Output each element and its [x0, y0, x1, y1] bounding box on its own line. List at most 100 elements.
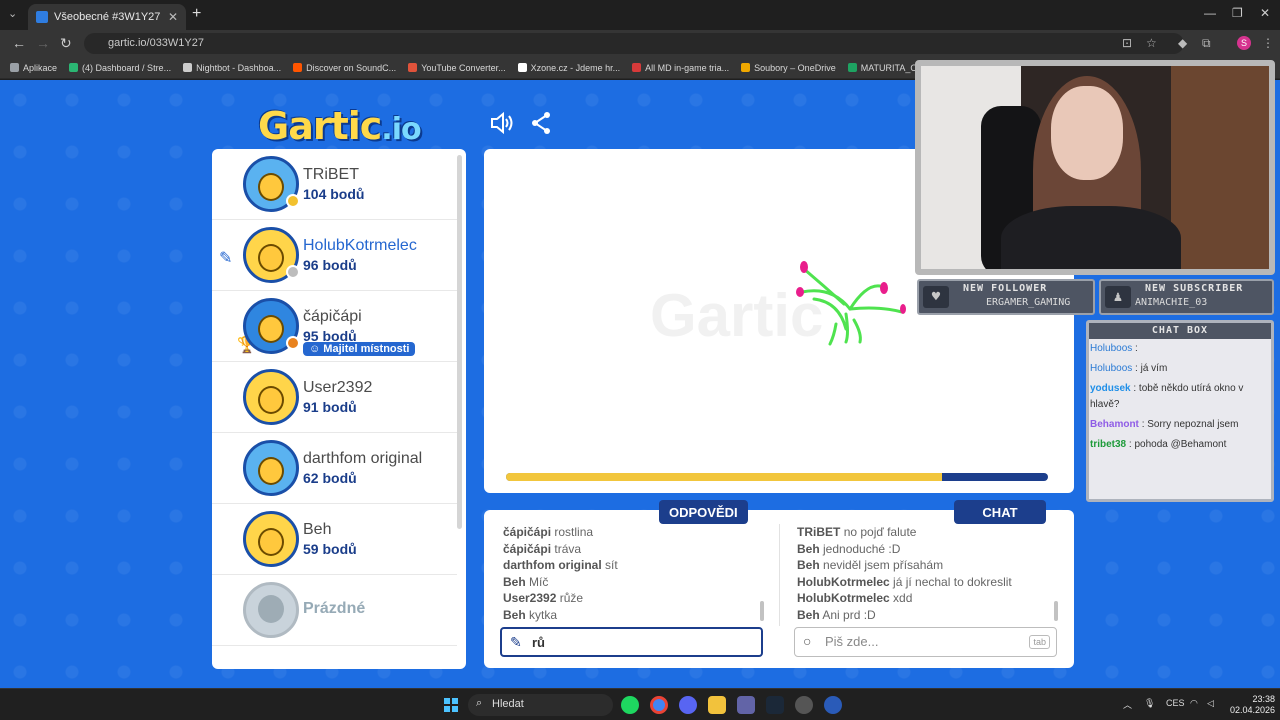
- bookmark-label: YouTube Converter...: [421, 62, 506, 73]
- chrome-icon[interactable]: [650, 696, 668, 714]
- player-name: Prázdné: [303, 600, 366, 617]
- bookmark-label: All MD in-game tria...: [645, 62, 730, 73]
- chat-input[interactable]: ○ Piš zde... tab: [794, 627, 1057, 657]
- maximize-icon[interactable]: ❐: [1232, 6, 1243, 20]
- install-app-icon[interactable]: ⊡: [1122, 36, 1132, 50]
- bookmark-item[interactable]: YouTube Converter...: [408, 62, 506, 73]
- volume-icon[interactable]: ◁: [1207, 698, 1214, 709]
- chat-box-title: CHAT BOX: [1089, 323, 1271, 339]
- browser-tab[interactable]: Všeobecné #3W1Y27 (Čeština) ✕: [28, 4, 186, 30]
- heart-icon: ♥: [923, 286, 949, 308]
- spotify-icon[interactable]: [621, 696, 639, 714]
- bookmark-star-icon[interactable]: ☆: [1146, 36, 1157, 50]
- player-score: 96 bodů: [303, 257, 357, 273]
- search-icon: ⌕: [476, 697, 483, 709]
- player-row[interactable]: TRiBET 104 bodů: [212, 149, 457, 220]
- teams-icon[interactable]: [737, 696, 755, 714]
- bookmark-favicon-icon: [741, 63, 751, 72]
- new-tab-icon[interactable]: +: [192, 5, 201, 23]
- discord-icon[interactable]: [679, 696, 697, 714]
- close-tab-icon[interactable]: ✕: [168, 10, 178, 24]
- player-row[interactable]: Beh 59 bodů: [212, 504, 457, 575]
- drawing-pencil-icon: ✎: [219, 250, 233, 267]
- player-row[interactable]: 🏆 čápičápi 95 bodů ☺ Majitel místnosti: [212, 291, 457, 362]
- new-subscriber-alert: ♟ NEW SUBSCRIBER ANIMACHIE_03: [1099, 279, 1274, 315]
- tab-list-chevron-icon[interactable]: ⌄: [8, 7, 17, 20]
- app-icon[interactable]: [824, 696, 842, 714]
- microphone-icon[interactable]: 🎙: [1144, 698, 1155, 709]
- player-row[interactable]: User2392 91 bodů: [212, 362, 457, 433]
- extension-icon[interactable]: ◆: [1178, 36, 1187, 50]
- tab-title: Všeobecné #3W1Y27 (Čeština): [54, 11, 162, 23]
- chat-input-placeholder: Piš zde...: [825, 634, 879, 649]
- player-score: 62 bodů: [303, 470, 357, 486]
- message-line: darthfom original sít: [503, 558, 618, 572]
- profile-avatar[interactable]: S: [1237, 36, 1251, 50]
- forward-icon[interactable]: →: [36, 35, 50, 51]
- share-icon[interactable]: [528, 110, 554, 136]
- stream-chat-message: Holuboos :: [1090, 343, 1138, 354]
- player-avatar: [243, 440, 299, 496]
- answer-input-value: rů: [532, 635, 545, 650]
- message-line: čápičápi tráva: [503, 541, 582, 556]
- stream-chat-box: CHAT BOX Holuboos : Holuboos : já vím yodu…: [1086, 320, 1274, 502]
- chat-tab[interactable]: CHAT: [954, 500, 1046, 524]
- message-line: Beh neviděl jsem přísahám: [797, 558, 944, 572]
- chat-scrollbar[interactable]: [1054, 601, 1058, 621]
- tray-chevron-icon[interactable]: ︿: [1123, 698, 1132, 711]
- bookmark-label: Discover on SoundC...: [306, 62, 397, 73]
- steam-icon[interactable]: [766, 696, 784, 714]
- player-list-scrollbar[interactable]: [457, 155, 462, 529]
- reload-icon[interactable]: ↻: [60, 35, 72, 52]
- chat-bubble-icon: ○: [803, 633, 812, 649]
- panel-divider: [779, 524, 780, 626]
- bookmark-item[interactable]: Discover on SoundC...: [293, 63, 396, 73]
- answers-chat-panel: ODPOVĚDI CHAT čápičápi rostlina čápičápi …: [484, 500, 1074, 668]
- round-timer-fill: [506, 473, 943, 481]
- answer-input[interactable]: ✎ rů: [500, 627, 763, 657]
- bookmark-label: (4) Dashboard / Stre...: [82, 62, 172, 73]
- menu-kebab-icon[interactable]: ⋮: [1262, 36, 1274, 50]
- browser-tabbar: ⌄ Všeobecné #3W1Y27 (Čeština) ✕ + — ❐ ✕: [0, 0, 1280, 30]
- stream-chat-message: Holuboos : já vím: [1090, 363, 1168, 374]
- player-row[interactable]: Prázdné: [212, 575, 457, 646]
- bookmark-item[interactable]: Xzone.cz - Jdeme hr...: [517, 63, 620, 73]
- url-field[interactable]: gartic.io/033W1Y27: [84, 33, 1184, 54]
- message-line: Beh Ani prd :D: [797, 607, 876, 622]
- bookmark-favicon-icon: [293, 63, 303, 72]
- obs-icon[interactable]: [795, 696, 813, 714]
- gartic-logo: Gartic.io: [258, 104, 422, 148]
- windows-start-icon[interactable]: [444, 698, 458, 712]
- input-language[interactable]: CES: [1166, 698, 1185, 708]
- bookmark-favicon-icon: [517, 63, 527, 72]
- close-window-icon[interactable]: ✕: [1260, 6, 1270, 20]
- player-row[interactable]: darthfom original 62 bodů: [212, 433, 457, 504]
- gartic-favicon-icon: [36, 11, 48, 23]
- player-avatar: [243, 582, 299, 638]
- player-name: TRiBET: [303, 166, 359, 183]
- bookmark-favicon-icon: [183, 63, 193, 72]
- windows-taskbar: ⌕ Hledat ︿ 🎙 CES ◠ ◁ 23:38 02.04.2026: [0, 688, 1280, 720]
- back-icon[interactable]: ←: [12, 35, 26, 51]
- bookmark-item[interactable]: Nightbot - Dashboa...: [183, 63, 281, 73]
- extensions-puzzle-icon[interactable]: ⧉: [1202, 36, 1211, 51]
- message-line: HolubKotrmelec xdd: [797, 591, 913, 605]
- player-row[interactable]: ✎ HolubKotrmelec 96 bodů: [212, 220, 457, 291]
- bookmark-favicon-icon: [10, 63, 19, 72]
- bookmark-item[interactable]: Soubory – OneDrive: [741, 63, 836, 73]
- player-list: TRiBET 104 bodů ✎ HolubKotrmelec 96 bodů 🏆 čáp…: [212, 149, 466, 669]
- wifi-icon[interactable]: ◠: [1190, 698, 1198, 709]
- system-clock[interactable]: 23:38 02.04.2026: [1230, 694, 1275, 716]
- answers-tab[interactable]: ODPOVĚDI: [659, 500, 748, 524]
- bookmark-item[interactable]: (4) Dashboard / Stre...: [69, 63, 171, 73]
- message-line: User2392 růže: [503, 591, 584, 605]
- answers-scrollbar[interactable]: [760, 601, 764, 621]
- stream-chat-message: yodusek : tobě někdo utírá okno v hlavě?: [1090, 383, 1244, 410]
- bookmark-item[interactable]: All MD in-game tria...: [632, 63, 729, 73]
- search-label: Hledat: [492, 698, 524, 710]
- sound-icon[interactable]: [488, 110, 514, 136]
- file-explorer-icon[interactable]: [708, 696, 726, 714]
- taskbar-search[interactable]: ⌕ Hledat: [468, 694, 613, 716]
- minimize-icon[interactable]: —: [1204, 6, 1216, 20]
- bookmark-item[interactable]: Aplikace: [10, 63, 57, 73]
